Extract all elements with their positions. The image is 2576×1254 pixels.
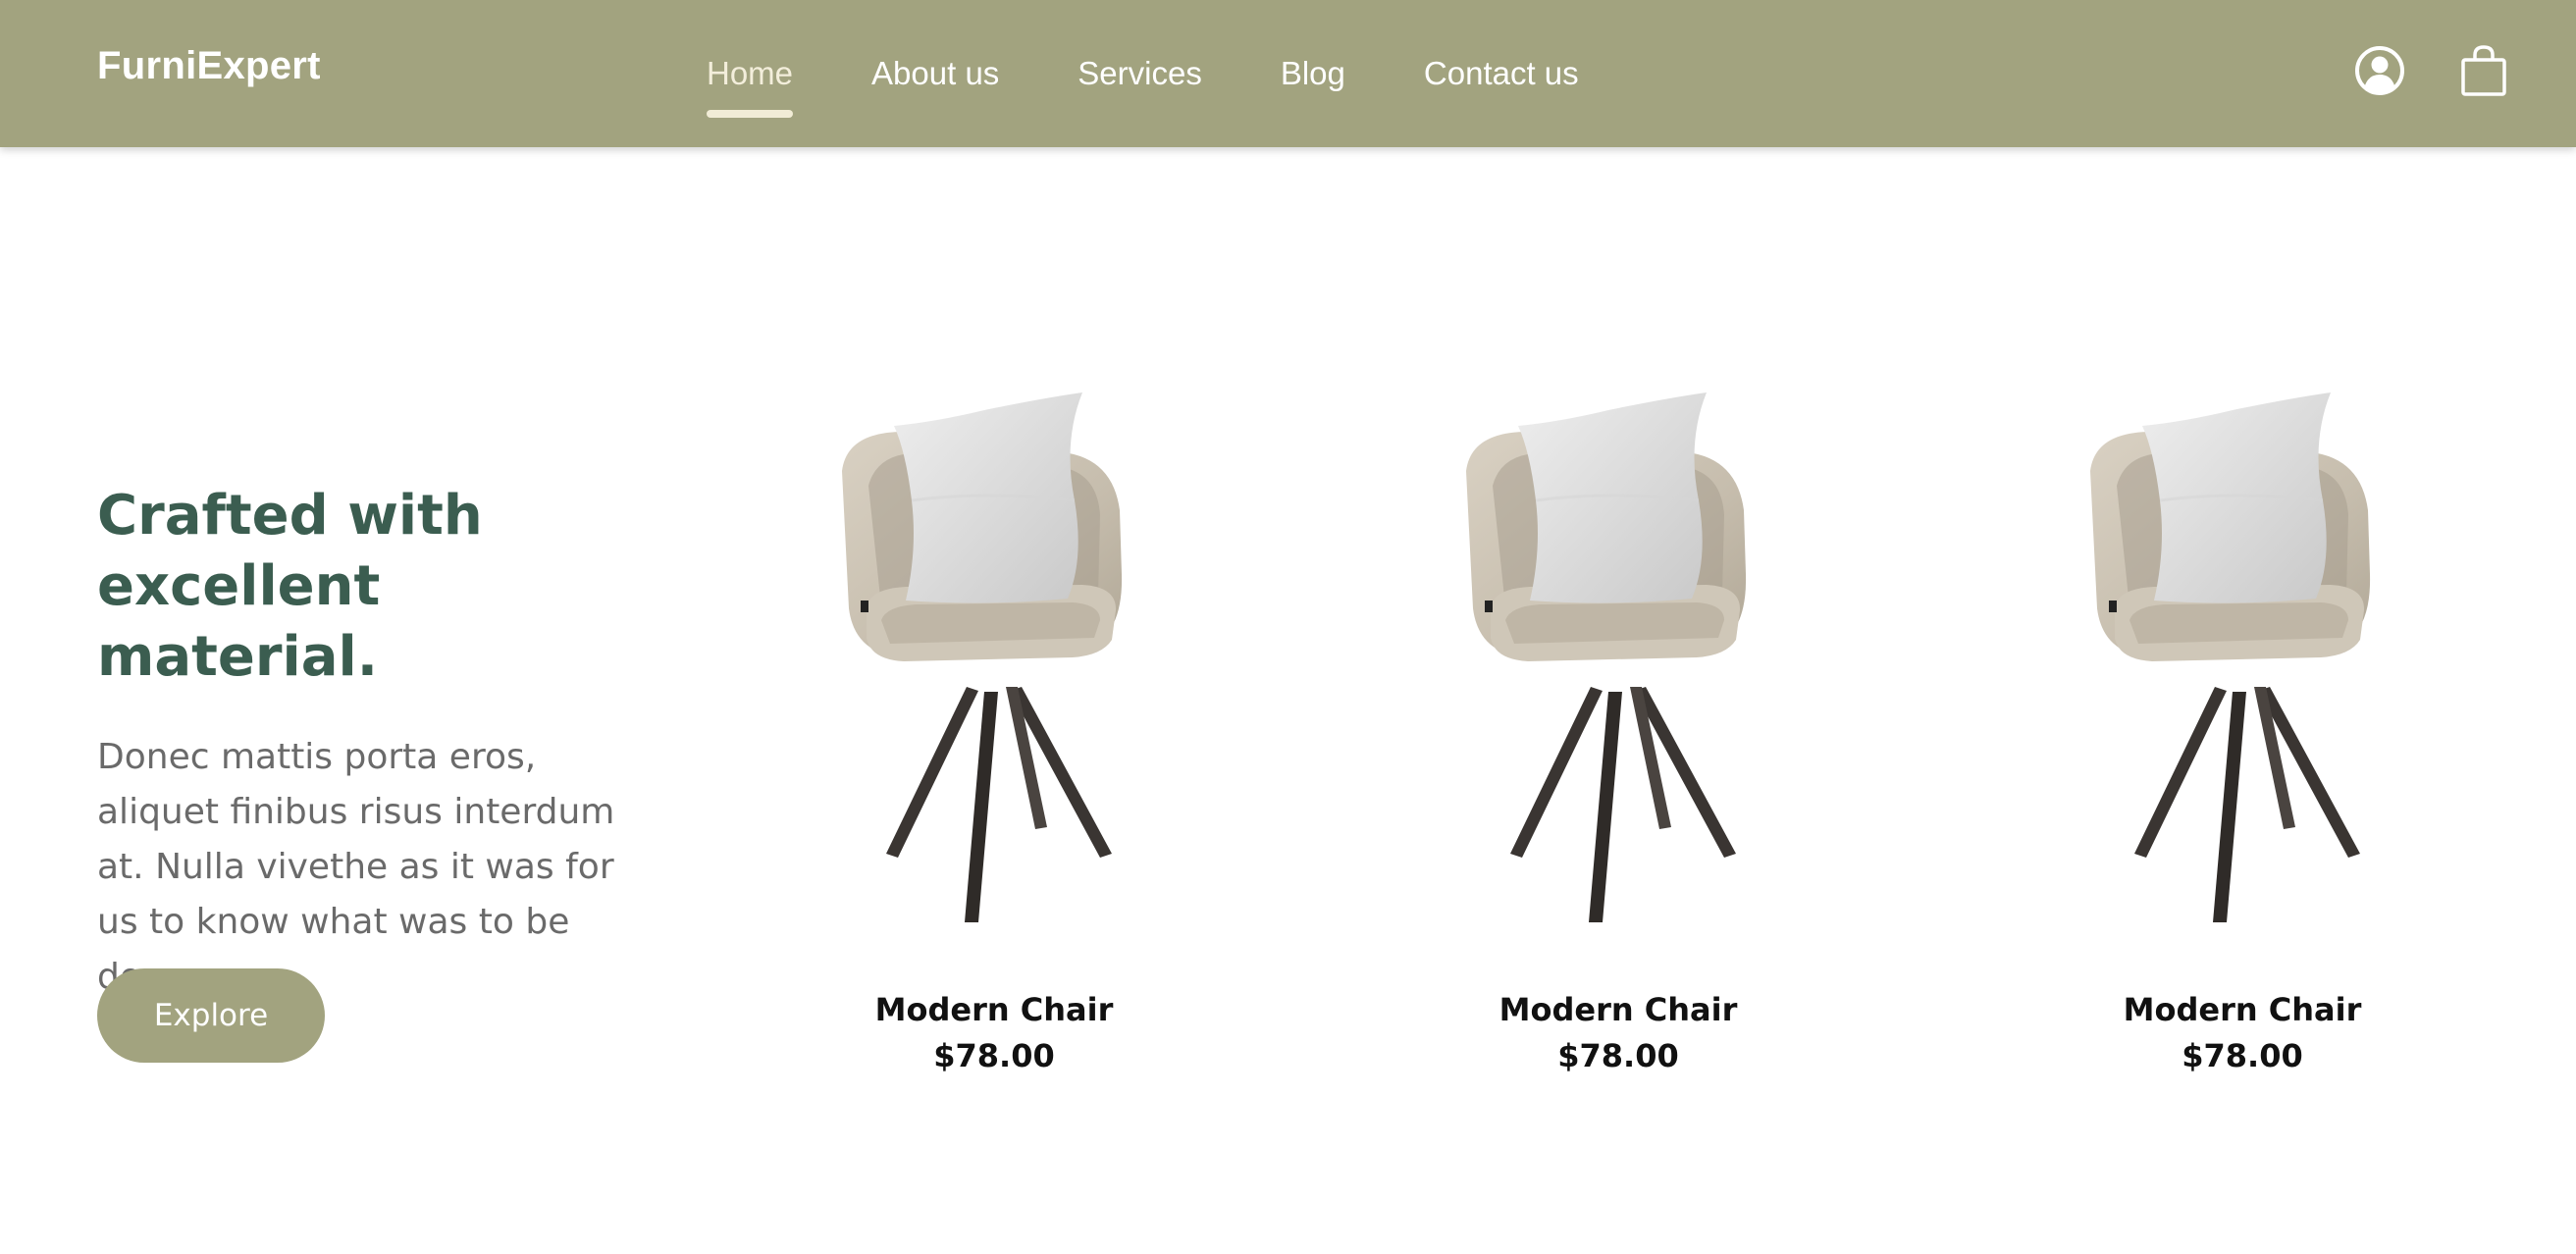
- nav-item-label: Contact us: [1423, 55, 1579, 91]
- chair-image: [1412, 392, 1824, 922]
- navbar: FurniExpert Home About us Services Blog …: [0, 0, 2576, 147]
- nav-icons: [2348, 39, 2515, 102]
- product-card[interactable]: Modern Chair $78.00: [1412, 392, 1824, 1099]
- nav-item-blog[interactable]: Blog: [1281, 55, 1345, 92]
- chair-image: [788, 392, 1200, 922]
- user-icon[interactable]: [2348, 39, 2411, 102]
- product-card[interactable]: Modern Chair $78.00: [2036, 392, 2448, 1099]
- nav-item-contact-us[interactable]: Contact us: [1424, 55, 1579, 92]
- product-price: $78.00: [1557, 1037, 1679, 1074]
- product-price: $78.00: [933, 1037, 1055, 1074]
- product-name: Modern Chair: [2123, 991, 2362, 1028]
- shopping-bag-icon[interactable]: [2452, 39, 2515, 102]
- hero-description: Donec mattis porta eros, aliquet finibus…: [97, 737, 615, 997]
- hero-title: Crafted with excellent material.: [97, 484, 483, 689]
- nav-item-label: Services: [1078, 55, 1202, 91]
- nav-item-about-us[interactable]: About us: [871, 55, 999, 92]
- chair-image: [2036, 392, 2448, 922]
- product-name: Modern Chair: [1498, 991, 1738, 1028]
- nav-item-services[interactable]: Services: [1078, 55, 1202, 92]
- product-price: $78.00: [2182, 1037, 2303, 1074]
- hero-text: Crafted with excellent material. Donec m…: [97, 481, 666, 1005]
- nav-item-home[interactable]: Home: [707, 55, 794, 118]
- active-indicator: [707, 110, 794, 118]
- brand-logo[interactable]: FurniExpert: [97, 44, 321, 88]
- nav-item-label: Home: [707, 55, 794, 91]
- nav-links: Home About us Services Blog Contact us: [707, 0, 1657, 147]
- nav-item-label: Blog: [1280, 55, 1345, 91]
- nav-item-label: About us: [871, 55, 1000, 91]
- product-card[interactable]: Modern Chair $78.00: [788, 392, 1200, 1099]
- product-name: Modern Chair: [874, 991, 1114, 1028]
- explore-button[interactable]: Explore: [97, 968, 325, 1063]
